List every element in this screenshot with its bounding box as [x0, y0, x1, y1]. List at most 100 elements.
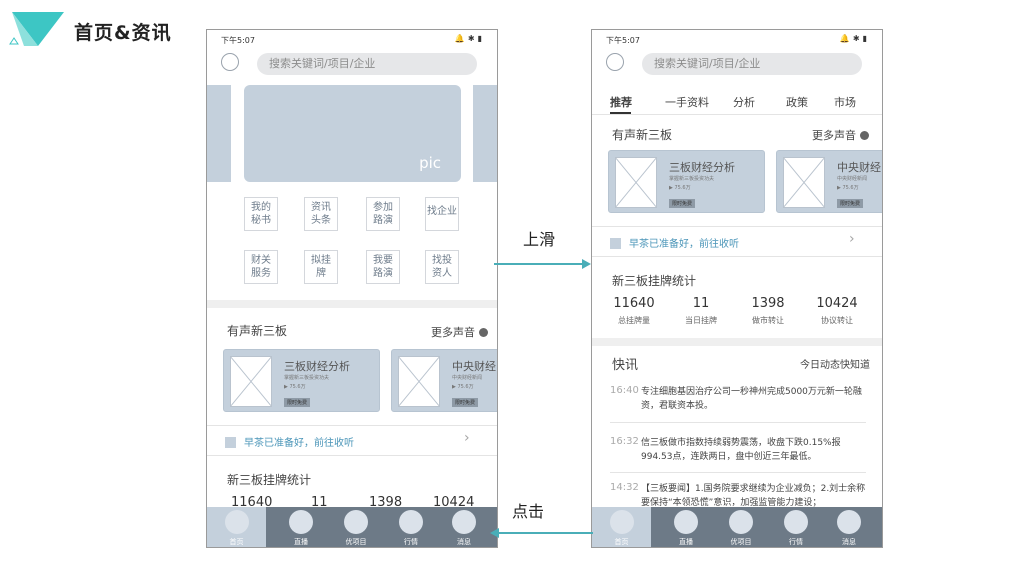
news-time: 16:32 [610, 436, 639, 447]
arrow-left-icon [490, 528, 593, 538]
voice-section-title: 有声新三板 [227, 324, 288, 338]
divider-line [207, 425, 497, 426]
card-subtitle: 掌握新三板投资功夫 [284, 375, 330, 381]
stat-value: 1398 [751, 296, 785, 311]
news-item[interactable]: 16:40 专注细胞基因治疗公司一秒神州完成5000万元新一轮融资，君联资本投。 [610, 385, 872, 425]
projects-icon [344, 510, 368, 534]
card-badge: 限时免费 [669, 199, 696, 208]
news-time: 16:40 [610, 385, 639, 396]
live-icon [289, 510, 313, 534]
divider-line [592, 114, 882, 115]
nav-messages[interactable]: 消息 [822, 507, 876, 547]
nav-projects[interactable]: 优项目 [329, 507, 383, 547]
breakfast-banner[interactable]: 早茶已准备好，前往收听 [610, 235, 739, 250]
section-divider [592, 338, 882, 346]
image-placeholder-icon [783, 157, 825, 208]
grid-btn-news[interactable]: 资讯 头条 [304, 197, 338, 231]
tab-analysis[interactable]: 分析 [733, 94, 755, 110]
page-title: 首页&资讯 [74, 22, 172, 44]
grid-btn-my-roadshow[interactable]: 我要 路演 [366, 250, 400, 284]
grid-btn-investor[interactable]: 找投 资人 [425, 250, 459, 284]
nav-label: 直播 [679, 538, 693, 546]
banner-prev[interactable] [207, 85, 231, 182]
status-time: 下午5:07 [221, 36, 255, 45]
banner-carousel[interactable]: pic [244, 85, 461, 182]
grid-btn-finance[interactable]: 财关 服务 [244, 250, 278, 284]
messages-icon [452, 510, 476, 534]
audio-card[interactable]: 三板财经分析 掌握新三板投资功夫 ▶ 75.6万 限时免费 [223, 349, 380, 412]
breakfast-banner[interactable]: 早茶已准备好，前往收听 [225, 434, 354, 449]
nav-home[interactable]: 首页 [207, 507, 266, 547]
card-title: 三板财经分析 [669, 161, 735, 174]
stat-value: 11 [692, 296, 710, 311]
brand-logo-icon [9, 12, 64, 46]
chevron-right-icon[interactable]: › [849, 231, 855, 247]
live-icon [674, 510, 698, 534]
more-voices-link[interactable]: 更多声音 [431, 324, 488, 340]
card-title: 中央财经 [452, 360, 496, 373]
news-title: 快讯 [612, 358, 639, 373]
nav-messages[interactable]: 消息 [437, 507, 491, 547]
stat-label: 总挂牌量 [618, 316, 650, 325]
market-icon [399, 510, 423, 534]
tab-market[interactable]: 市场 [834, 94, 856, 110]
nav-market[interactable]: 行情 [384, 507, 438, 547]
stat-today: 11 当日挂牌 [677, 296, 725, 326]
status-bar: 下午5:07 🔔✱▮ [207, 30, 497, 48]
chevron-right-icon[interactable]: › [464, 430, 470, 446]
app-logo-icon[interactable] [221, 53, 239, 71]
market-icon [784, 510, 808, 534]
nav-market[interactable]: 行情 [769, 507, 823, 547]
search-input[interactable]: 搜索关键词/项目/企业 [642, 53, 862, 75]
grid-btn-roadshow[interactable]: 参加 路演 [366, 197, 400, 231]
news-item[interactable]: 16:32 信三板做市指数持续弱势震荡，收盘下跌0.15%报994.53点，连跌… [610, 436, 872, 476]
divider-line [610, 472, 866, 473]
news-screen: 下午5:07 🔔✱▮ 搜索关键词/项目/企业 推荐 一手资料 分析 政策 市场 … [591, 29, 883, 548]
stats-title: 新三板挂牌统计 [612, 274, 697, 288]
more-voices-label: 更多声音 [812, 129, 856, 142]
nav-projects[interactable]: 优项目 [714, 507, 768, 547]
app-logo-icon[interactable] [606, 53, 624, 71]
tab-recommend[interactable]: 推荐 [610, 94, 632, 110]
banner-next[interactable] [473, 85, 497, 182]
more-voices-link[interactable]: 更多声音 [812, 127, 869, 143]
status-icons: 🔔✱▮ [454, 34, 485, 43]
nav-home[interactable]: 首页 [592, 507, 651, 547]
stat-total: 11640 总挂牌量 [610, 296, 658, 326]
grid-btn-find-company[interactable]: 找企业 [425, 197, 459, 231]
grid-btn-listing[interactable]: 拟挂牌 [304, 250, 338, 284]
nav-label: 优项目 [730, 538, 752, 546]
nav-live[interactable]: 直播 [659, 507, 713, 547]
breakfast-text: 早茶已准备好，前往收听 [629, 239, 739, 250]
card-title: 中央财经 [837, 161, 881, 174]
audio-card[interactable]: 中央财经 中央财经新闻 ▶ 75.6万 限时免费 [776, 150, 882, 213]
card-plays-count: 75.6万 [674, 185, 691, 191]
tab-firsthand[interactable]: 一手资料 [665, 94, 709, 110]
card-subtitle: 掌握新三板投资功夫 [669, 176, 715, 182]
status-bar: 下午5:07 🔔✱▮ [592, 30, 882, 48]
audio-card[interactable]: 中央财经 中央财经新闻 ▶ 75.6万 限时免费 [391, 349, 497, 412]
more-arrow-icon [479, 328, 488, 337]
breakfast-icon [225, 437, 236, 448]
projects-icon [729, 510, 753, 534]
home-icon [224, 510, 249, 534]
image-placeholder-icon [230, 356, 272, 407]
status-icons: 🔔✱▮ [839, 34, 870, 43]
audio-card[interactable]: 三板财经分析 掌握新三板投资功夫 ▶ 75.6万 限时免费 [608, 150, 765, 213]
category-tabs: 推荐 一手资料 分析 政策 市场 [592, 90, 882, 114]
divider-line [207, 455, 497, 456]
card-badge: 限时免费 [837, 199, 864, 208]
grid-btn-secretary[interactable]: 我的 秘书 [244, 197, 278, 231]
stat-agreement: 10424 协议转让 [812, 296, 862, 326]
search-input[interactable]: 搜索关键词/项目/企业 [257, 53, 477, 75]
tab-policy[interactable]: 政策 [786, 94, 808, 110]
swipe-up-label: 上滑 [523, 230, 556, 249]
banner-label: pic [419, 154, 441, 172]
bottom-nav: 首页 直播 优项目 行情 消息 [592, 507, 882, 547]
news-more-link[interactable]: 今日动态快知道 [800, 356, 870, 371]
nav-live[interactable]: 直播 [274, 507, 328, 547]
news-text: 专注细胞基因治疗公司一秒神州完成5000万元新一轮融资，君联资本投。 [641, 387, 862, 411]
news-item[interactable]: 14:32 【三板要闻】1.国务院要求继续为企业减负；2.刘士余称要保持“本领恐… [610, 482, 872, 510]
home-screen: 下午5:07 🔔✱▮ 搜索关键词/项目/企业 pic 我的 秘书 资讯 头条 参加路… [206, 29, 498, 548]
image-placeholder-icon [398, 356, 440, 407]
